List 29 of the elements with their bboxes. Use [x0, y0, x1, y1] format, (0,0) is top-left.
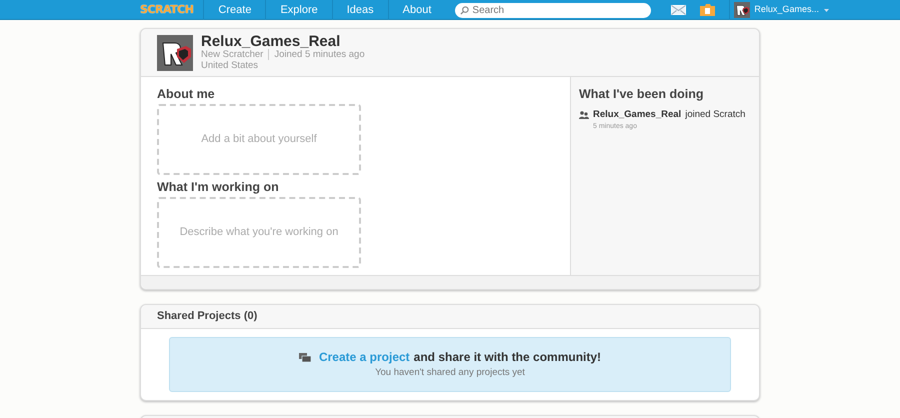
users-icon — [579, 110, 589, 119]
user-rank: New Scratcher — [201, 49, 264, 60]
empty-note: You haven't shared any projects yet — [375, 366, 525, 380]
location: United States — [201, 60, 260, 71]
working-on-field[interactable]: Describe what you're working on — [157, 196, 361, 268]
avatar-icon — [157, 34, 193, 70]
join-date: Joined 5 minutes ago — [268, 49, 365, 60]
section-title: What I'm working on — [157, 178, 280, 196]
user-link[interactable]: Relux_Games_Real — [593, 108, 682, 122]
about-field[interactable]: Add a bit about yourself — [157, 104, 361, 175]
logo[interactable]: SCRATCH — [140, 2, 204, 18]
nav-link[interactable]: Ideas — [332, 0, 388, 20]
folder-icon[interactable] — [700, 4, 716, 16]
username: Relux_Games_Real — [201, 34, 342, 49]
section-title: About me — [157, 86, 216, 103]
mail-icon[interactable] — [671, 5, 686, 15]
projects-icon — [298, 352, 311, 362]
section-title: Shared Projects (0) — [157, 309, 258, 324]
nav-link[interactable]: Create — [203, 0, 266, 20]
caret-icon — [824, 8, 829, 12]
search-field[interactable]: Search — [455, 2, 652, 18]
section-title: What I've been doing — [579, 86, 705, 103]
activity-text: joined Scratch — [685, 108, 746, 122]
avatar-icon — [734, 2, 750, 18]
share-message: and share it with the community! — [414, 349, 602, 366]
nav-link[interactable]: Explore — [265, 0, 332, 20]
account-menu[interactable]: Relux_Games... — [729, 0, 829, 20]
create-project-link[interactable]: Create a project — [318, 348, 410, 366]
nav-link[interactable]: About — [388, 0, 446, 20]
